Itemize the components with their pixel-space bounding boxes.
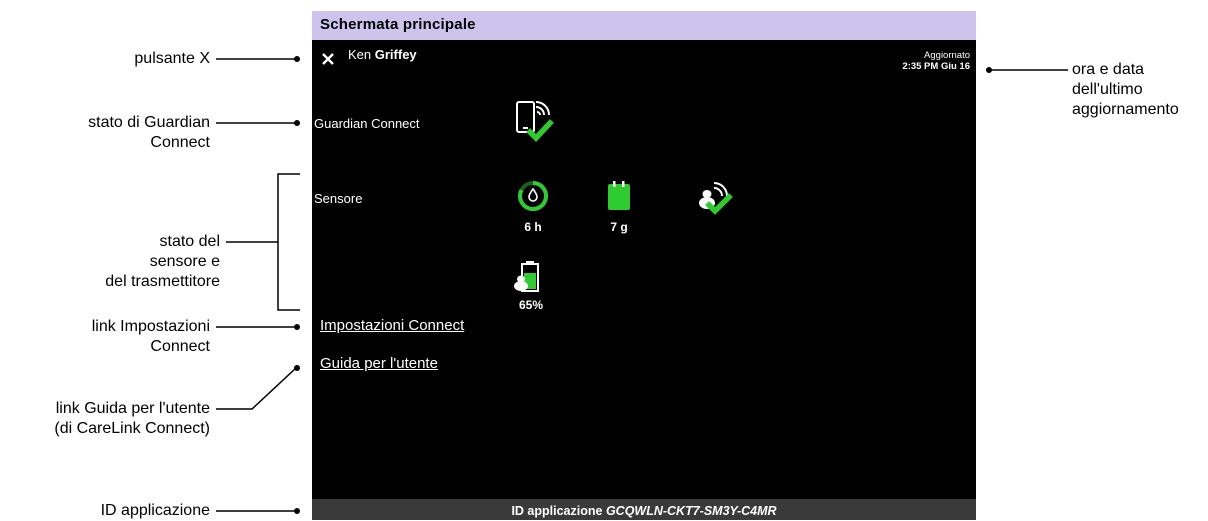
app-id-label: ID applicazione — [511, 504, 603, 518]
user-last-name: Griffey — [374, 47, 417, 62]
guardian-connect-status — [514, 99, 554, 148]
app-screen: Schermata principale Ken Griffey Aggiorn… — [312, 11, 976, 520]
annotation-settings-link: link Impostazioni Connect — [20, 317, 210, 357]
last-updated-time: 2:35 PM Giu 16 — [902, 61, 970, 72]
annotation-settings-link-line2: Connect — [150, 338, 210, 355]
annotation-last-update-line1: ora e data — [1072, 61, 1145, 78]
battery-icon — [514, 261, 539, 292]
annotation-close-button-text: pulsante X — [134, 50, 210, 67]
user-first-name: Ken — [348, 47, 372, 62]
footer-app-id: ID applicazione GCQWLN-CKT7-SM3Y-C4MR — [312, 499, 976, 520]
calendar-icon — [608, 181, 630, 210]
annotation-close-button: pulsante X — [60, 49, 210, 69]
annotation-guide-link: link Guida per l'utente (di CareLink Con… — [0, 399, 210, 439]
close-button[interactable] — [320, 51, 336, 67]
guardian-connect-label: Guardian Connect — [314, 116, 420, 131]
annotation-last-update: ora e data dell'ultimo aggiornamento — [1072, 60, 1208, 120]
transmitter-life-status — [606, 180, 632, 217]
last-updated-label: Aggiornato — [924, 50, 970, 61]
annotation-sensor-status-line2: sensore e — [149, 253, 220, 270]
annotation-last-update-line2: dell'ultimo — [1072, 81, 1143, 98]
sensor-droplet-icon — [518, 181, 549, 211]
annotation-guide-link-line1: link Guida per l'utente — [55, 400, 210, 417]
battery-value: 65% — [518, 298, 544, 312]
transmitter-life-value: 7 g — [610, 220, 628, 234]
user-name: Ken Griffey — [348, 47, 417, 62]
annotation-guardian-status-line2: Connect — [150, 134, 210, 151]
sensor-life-value: 6 h — [524, 220, 542, 234]
annotation-guardian-status-line1: stato di Guardian — [88, 114, 210, 131]
title-bar: Schermata principale — [312, 11, 976, 40]
settings-link[interactable]: Impostazioni Connect — [320, 317, 464, 334]
annotation-settings-link-line1: link Impostazioni — [91, 318, 210, 335]
annotation-app-id: ID applicazione — [40, 501, 210, 521]
annotation-sensor-status: stato del sensore e del trasmettitore — [40, 232, 220, 292]
annotation-last-update-line3: aggiornamento — [1072, 101, 1179, 118]
app-id-text: ID applicazione GCQWLN-CKT7-SM3Y-C4MR — [312, 504, 976, 518]
screen-title: Schermata principale — [320, 16, 476, 33]
app-id-value: GCQWLN-CKT7-SM3Y-C4MR — [605, 504, 777, 518]
annotation-guide-link-line2: (di CareLink Connect) — [54, 420, 210, 437]
annotation-sensor-status-line1: stato del — [159, 233, 220, 250]
annotation-guardian-status: stato di Guardian Connect — [20, 113, 210, 153]
phone-connected-icon — [516, 101, 554, 142]
annotation-sensor-status-line3: del trasmettitore — [105, 273, 220, 290]
close-icon — [322, 53, 334, 65]
annotation-app-id-text: ID applicazione — [100, 502, 210, 519]
transmitter-connection-status — [696, 181, 734, 220]
sensor-life-status — [516, 179, 550, 218]
transmitter-connected-icon — [699, 182, 733, 215]
user-guide-link[interactable]: Guida per l'utente — [320, 355, 438, 372]
transmitter-battery-status — [512, 259, 546, 298]
sensor-label: Sensore — [314, 191, 363, 206]
last-updated: Aggiornato 2:35 PM Giu 16 — [902, 50, 970, 72]
